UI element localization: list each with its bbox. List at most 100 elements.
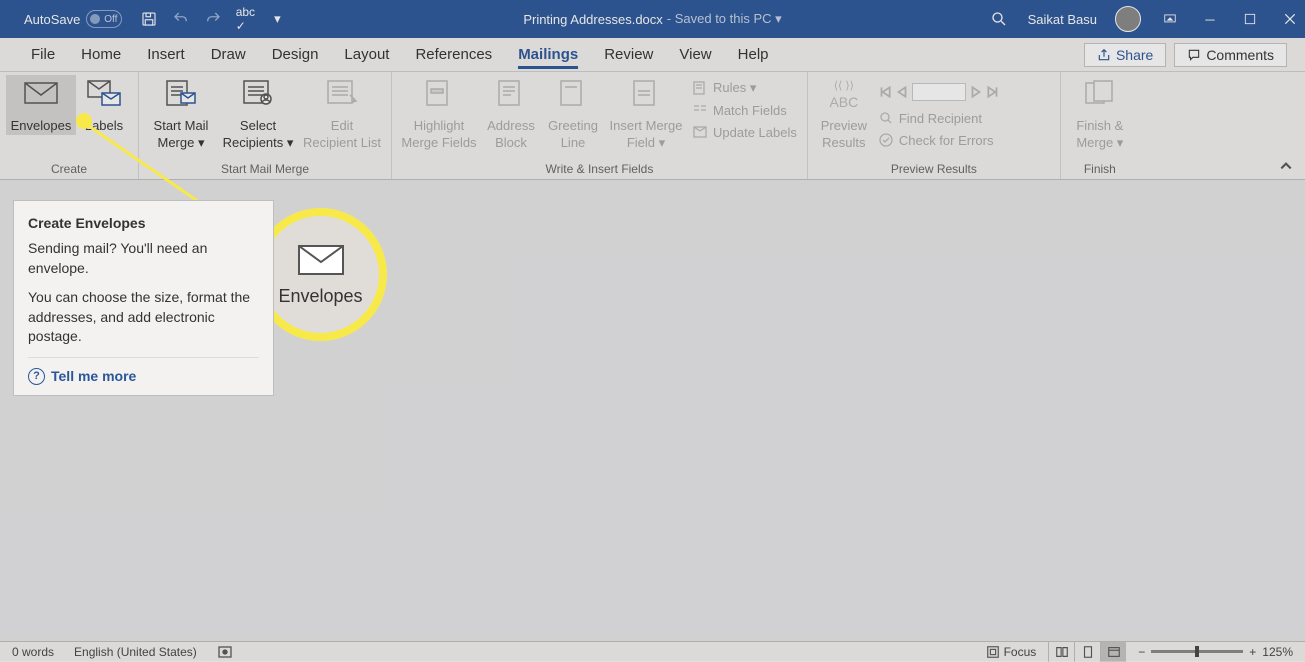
group-create-label: Create [6, 162, 132, 179]
tab-help[interactable]: Help [725, 38, 782, 72]
rules-button[interactable]: Rules ▾ [688, 77, 801, 99]
ribbon-display-icon[interactable] [1159, 8, 1181, 30]
view-buttons [1048, 642, 1126, 662]
titlebar: AutoSave Off abc✓ ▾ Printing Addresses.d… [0, 0, 1305, 38]
filename: Printing Addresses.docx [523, 12, 662, 27]
recipients-icon [240, 79, 276, 115]
tell-me-more-link[interactable]: ? Tell me more [28, 357, 259, 385]
select-recipients-button[interactable]: Select Recipients ▾ [217, 75, 299, 152]
search-icon[interactable] [988, 8, 1010, 30]
preview-results-button[interactable]: ⟨⟨ ⟩⟩ABC Preview Results [814, 75, 874, 152]
update-icon [692, 124, 708, 140]
greeting-line-button[interactable]: Greeting Line [542, 75, 604, 152]
address-block-button[interactable]: Address Block [480, 75, 542, 152]
zoom-slider[interactable] [1151, 650, 1243, 653]
autosave-toggle[interactable]: Off [86, 10, 122, 28]
group-start-mail-merge: Start Mail Merge ▾ Select Recipients ▾ E… [139, 72, 392, 179]
tab-draw[interactable]: Draw [198, 38, 259, 72]
start-mail-merge-button[interactable]: Start Mail Merge ▾ [145, 75, 217, 152]
macro-icon[interactable] [217, 644, 233, 660]
labels-icon [86, 79, 122, 115]
finish-merge-button[interactable]: Finish & Merge ▾ [1067, 75, 1133, 152]
envelope-large-icon [297, 242, 345, 278]
mail-merge-icon [163, 79, 199, 115]
tab-mailings[interactable]: Mailings [505, 38, 591, 72]
help-icon: ? [28, 368, 45, 385]
focus-mode[interactable]: Focus [986, 645, 1037, 659]
group-write-label: Write & Insert Fields [398, 162, 801, 179]
collapse-ribbon-icon[interactable] [1279, 159, 1293, 173]
group-create: Envelopes Labels Create [0, 72, 139, 179]
callout-origin-dot [76, 113, 92, 129]
word-count[interactable]: 0 words [12, 645, 54, 659]
match-icon [692, 102, 708, 118]
web-layout-icon[interactable] [1100, 642, 1126, 662]
autosave-label: AutoSave [24, 12, 80, 27]
close-icon[interactable] [1279, 8, 1301, 30]
tooltip-create-envelopes: Create Envelopes Sending mail? You'll ne… [13, 200, 274, 396]
zoom-control[interactable]: − + 125% [1138, 645, 1293, 659]
zoom-level[interactable]: 125% [1262, 645, 1293, 659]
group-finish-label: Finish [1067, 162, 1133, 179]
edit-recipient-list-button[interactable]: Edit Recipient List [299, 75, 385, 152]
rules-icon [692, 80, 708, 96]
read-mode-icon[interactable] [1048, 642, 1074, 662]
group-preview-results: ⟨⟨ ⟩⟩ABC Preview Results Find Recipient … [808, 72, 1061, 179]
autosave[interactable]: AutoSave Off [24, 10, 122, 28]
group-preview-label: Preview Results [814, 162, 1054, 179]
tab-insert[interactable]: Insert [134, 38, 198, 72]
envelope-icon [23, 79, 59, 115]
statusbar: 0 words English (United States) Focus − … [0, 641, 1305, 661]
group-start-label: Start Mail Merge [145, 162, 385, 179]
find-recipient-button[interactable]: Find Recipient [874, 107, 1054, 129]
undo-icon[interactable] [172, 10, 190, 28]
group-write-insert: Highlight Merge Fields Address Block Gre… [392, 72, 808, 179]
save-icon[interactable] [140, 10, 158, 28]
envelopes-button[interactable]: Envelopes [6, 75, 76, 135]
language[interactable]: English (United States) [74, 645, 197, 659]
zoom-out-icon[interactable]: − [1138, 645, 1145, 659]
callout-label: Envelopes [278, 286, 362, 307]
comments-button[interactable]: Comments [1174, 43, 1287, 67]
edit-list-icon [324, 79, 360, 115]
minimize-icon[interactable]: ─ [1199, 8, 1221, 30]
save-status[interactable]: - Saved to this PC ▾ [667, 11, 782, 27]
tooltip-p1: Sending mail? You'll need an envelope. [28, 239, 259, 278]
print-layout-icon[interactable] [1074, 642, 1100, 662]
preview-nav-stack: Find Recipient Check for Errors [874, 75, 1054, 151]
ribbon-tabs: File Home Insert Draw Design Layout Refe… [0, 38, 1305, 72]
check-errors-button[interactable]: Check for Errors [874, 129, 1054, 151]
greeting-icon [555, 79, 591, 115]
record-nav[interactable] [874, 77, 1054, 107]
insert-field-icon [628, 79, 664, 115]
tab-layout[interactable]: Layout [331, 38, 402, 72]
maximize-icon[interactable] [1239, 8, 1261, 30]
preview-icon: ⟨⟨ ⟩⟩ABC [826, 79, 862, 115]
spellcheck-icon[interactable]: abc✓ [236, 10, 254, 28]
address-icon [493, 79, 529, 115]
finish-icon [1082, 79, 1118, 115]
redo-icon[interactable] [204, 10, 222, 28]
tab-review[interactable]: Review [591, 38, 666, 72]
tab-view[interactable]: View [666, 38, 724, 72]
update-labels-button[interactable]: Update Labels [688, 121, 801, 143]
write-small-buttons: Rules ▾ Match Fields Update Labels [688, 75, 801, 143]
zoom-in-icon[interactable]: + [1249, 645, 1256, 659]
group-finish: Finish & Merge ▾ Finish [1061, 72, 1139, 179]
highlight-merge-fields-button[interactable]: Highlight Merge Fields [398, 75, 480, 152]
document-title: Printing Addresses.docx - Saved to this … [523, 11, 781, 27]
qat-more-icon[interactable]: ▾ [268, 10, 286, 28]
username[interactable]: Saikat Basu [1028, 12, 1097, 27]
tooltip-title: Create Envelopes [28, 215, 259, 231]
check-icon [878, 132, 894, 148]
share-button[interactable]: Share [1084, 43, 1166, 67]
tab-home[interactable]: Home [68, 38, 134, 72]
ribbon: Envelopes Labels Create Start Mail Merge… [0, 72, 1305, 180]
tab-file[interactable]: File [18, 38, 68, 72]
avatar[interactable] [1115, 6, 1141, 32]
match-fields-button[interactable]: Match Fields [688, 99, 801, 121]
insert-merge-field-button[interactable]: Insert Merge Field ▾ [604, 75, 688, 152]
tab-references[interactable]: References [402, 38, 505, 72]
tab-design[interactable]: Design [259, 38, 332, 72]
highlight-icon [421, 79, 457, 115]
